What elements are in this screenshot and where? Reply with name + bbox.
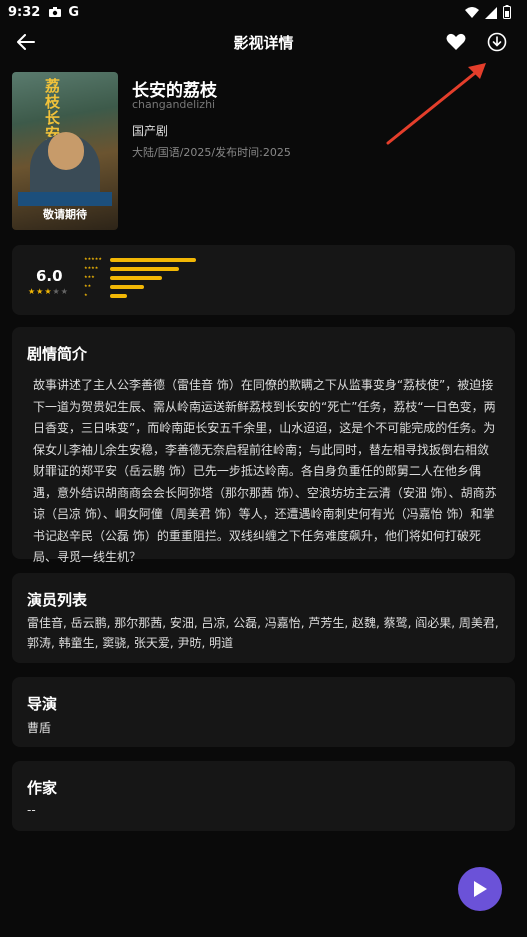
- plot-text: 故事讲述了主人公李善德（雷佳音 饰）在同僚的欺瞒之下从监事变身“荔枝使”，被迫接…: [33, 378, 497, 564]
- movie-poster[interactable]: 荔枝长安 敬请期待: [12, 72, 118, 230]
- download-icon: [487, 32, 507, 52]
- rating-card: 6.0 ★★★★★ ★★★★★ ★★★★ ★★★ ★★ ★: [12, 245, 515, 315]
- star-icon: ★: [28, 287, 37, 296]
- star-icon: ★: [52, 287, 61, 296]
- status-time: 9:32: [8, 4, 41, 20]
- rating-row-stars: ★★★★: [84, 265, 99, 270]
- director-title: 导演: [27, 695, 58, 713]
- cast-card: 演员列表 雷佳音, 岳云鹏, 那尔那茜, 安沺, 吕凉, 公磊, 冯嘉怡, 芦芳…: [12, 573, 515, 663]
- play-icon: [474, 881, 487, 897]
- download-button[interactable]: [483, 28, 511, 56]
- rating-bar: [110, 294, 127, 298]
- battery-icon: [503, 4, 511, 23]
- writer-title: 作家: [27, 779, 58, 797]
- status-bar: 9:32 G: [0, 0, 527, 24]
- rating-bar: [110, 258, 196, 262]
- status-icons: [465, 4, 511, 23]
- movie-genre: 国产剧: [132, 124, 169, 138]
- rating-row-stars: ★★★: [84, 274, 95, 279]
- rating-bar: [110, 285, 144, 289]
- movie-title-pinyin: changandelizhi: [132, 98, 216, 111]
- wifi-icon: [465, 4, 479, 23]
- rating-row-stars: ★★: [84, 283, 92, 288]
- writer-card: 作家 --: [12, 761, 515, 831]
- movie-header: 荔枝长安 敬请期待 长安的荔枝 changandelizhi 国产剧 大陆/国语…: [12, 72, 515, 232]
- director-card: 导演 曹盾: [12, 677, 515, 747]
- plot-card: 剧情简介 故事讲述了主人公李善德（雷佳音 饰）在同僚的欺瞒之下从监事变身“荔枝使…: [12, 327, 515, 564]
- poster-face: [48, 132, 84, 170]
- plot-title: 剧情简介: [27, 345, 88, 363]
- rating-row-stars: ★★★★★: [84, 256, 102, 261]
- star-icon: ★: [44, 287, 53, 296]
- rating-score: 6.0: [36, 267, 63, 285]
- play-button[interactable]: [458, 867, 502, 911]
- cast-list: 雷佳音, 岳云鹏, 那尔那茜, 安沺, 吕凉, 公磊, 冯嘉怡, 芦芳生, 赵魏…: [27, 616, 499, 650]
- movie-meta: 大陆/国语/2025/发布时间:2025: [132, 146, 291, 159]
- rating-row-stars: ★: [84, 292, 88, 297]
- camera-icon: [48, 6, 62, 18]
- director-name: 曹盾: [27, 721, 52, 735]
- star-icon: ★: [60, 287, 69, 296]
- poster-band: [18, 192, 112, 206]
- app-notification-initial: G: [68, 4, 80, 20]
- cast-title: 演员列表: [27, 591, 88, 609]
- heart-icon: [446, 33, 466, 50]
- writer-name: --: [27, 803, 36, 817]
- poster-release-text: 敬请期待: [43, 208, 87, 221]
- signal-icon: [485, 4, 497, 23]
- favorite-button[interactable]: [442, 28, 470, 56]
- rating-stars: ★★★★★: [28, 287, 69, 296]
- rating-bar: [110, 267, 179, 271]
- rating-bar: [110, 276, 162, 280]
